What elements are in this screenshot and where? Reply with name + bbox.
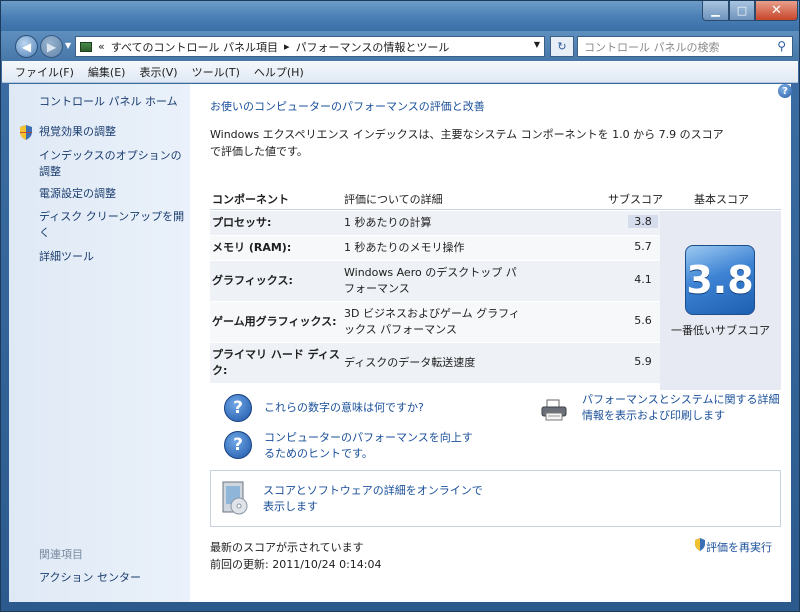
menu-tools[interactable]: ツール(T) bbox=[185, 64, 247, 80]
main-panel: ? お使いのコンピューターのパフォーマンスの評価と改善 Windows エクスペ… bbox=[190, 84, 792, 602]
subscore-value: 3.8 bbox=[628, 215, 658, 228]
shield-icon bbox=[20, 125, 32, 140]
address-dropdown-icon[interactable]: ▼ bbox=[534, 40, 540, 49]
link-performance-tips[interactable]: コンピューターのパフォーマンスを向上するためのヒントです。 bbox=[264, 430, 474, 462]
link-online-details[interactable]: スコアとソフトウェアの詳細をオンラインで表示します bbox=[263, 483, 483, 515]
printer-icon[interactable] bbox=[540, 399, 568, 421]
score-table: コンポーネント 評価についての詳細 サブスコア 基本スコア プロセッサ: 1 秒… bbox=[210, 182, 781, 390]
menu-file[interactable]: ファイル(F) bbox=[8, 64, 81, 80]
base-score-caption: 一番低いサブスコア bbox=[671, 324, 770, 337]
help-icon[interactable]: ? bbox=[778, 84, 792, 98]
table-header: コンポーネント 評価についての詳細 サブスコア 基本スコア bbox=[210, 182, 781, 210]
component-name: プロセッサ: bbox=[212, 216, 272, 229]
component-desc: 1 秒あたりの計算 bbox=[344, 216, 432, 229]
table-row: グラフィックス: Windows Aero のデスクトップ パフォーマンス 4.… bbox=[210, 261, 660, 301]
sidebar-item-visual-effects[interactable]: 視覚効果の調整 bbox=[39, 124, 116, 140]
sidebar-item-disk-cleanup[interactable]: ディスク クリーンアップを開く bbox=[39, 209, 187, 241]
subscore-value: 4.1 bbox=[634, 273, 652, 286]
sidebar-item-home[interactable]: コントロール パネル ホーム bbox=[39, 94, 178, 110]
forward-button[interactable]: ▶ bbox=[40, 35, 63, 58]
table-row: メモリ (RAM): 1 秒あたりのメモリ操作 5.7 bbox=[210, 236, 660, 260]
subscore-value: 5.6 bbox=[634, 314, 652, 327]
search-icon[interactable]: ⚲ bbox=[777, 39, 786, 53]
sidebar-item-advanced-tools[interactable]: 詳細ツール bbox=[39, 249, 94, 265]
intro-text: Windows エクスペリエンス インデックスは、主要なシステム コンポーネント… bbox=[210, 128, 724, 158]
subscore-value: 5.7 bbox=[634, 240, 652, 253]
status-current: 最新のスコアが示されています bbox=[210, 541, 364, 554]
component-name: ゲーム用グラフィックス: bbox=[212, 315, 337, 328]
link-print-details[interactable]: パフォーマンスとシステムに関する詳細情報を表示および印刷します bbox=[582, 392, 788, 424]
close-button[interactable]: ✕ bbox=[755, 1, 798, 21]
menu-edit[interactable]: 編集(E) bbox=[81, 64, 133, 80]
sidebar-item-power[interactable]: 電源設定の調整 bbox=[39, 186, 116, 202]
component-desc: 3D ビジネスおよびゲーム グラフィックス パフォーマンス bbox=[344, 307, 520, 336]
recent-pages-dropdown[interactable]: ▼ bbox=[65, 41, 71, 50]
question-icon[interactable]: ? bbox=[224, 431, 252, 459]
header-details: 評価についての詳細 bbox=[344, 193, 443, 206]
address-bar-area: ◀ ▶ ▼ « すべてのコントロール パネル項目 ▸ パフォーマンスの情報とツー… bbox=[1, 31, 799, 61]
menu-bar: ファイル(F) 編集(E) 表示(V) ツール(T) ヘルプ(H) bbox=[2, 61, 798, 83]
subscore-value: 5.9 bbox=[634, 355, 652, 368]
component-desc: ディスクのデータ転送速度 bbox=[344, 356, 476, 369]
breadcrumb-separator-icon[interactable]: ▸ bbox=[284, 40, 290, 53]
table-row: プロセッサ: 1 秒あたりの計算 3.8 bbox=[210, 211, 660, 235]
sidebar-related-heading: 関連項目 bbox=[39, 548, 83, 561]
page-title: お使いのコンピューターのパフォーマンスの評価と改善 bbox=[210, 100, 485, 113]
software-box-icon bbox=[222, 481, 248, 515]
breadcrumb-performance[interactable]: パフォーマンスの情報とツール bbox=[296, 39, 450, 55]
window: ▁ □ ✕ ◀ ▶ ▼ « すべてのコントロール パネル項目 ▸ パフォーマンス… bbox=[0, 0, 800, 612]
search-placeholder: コントロール パネルの検索 bbox=[584, 40, 720, 54]
uac-shield-icon bbox=[695, 538, 705, 551]
component-name: メモリ (RAM): bbox=[212, 241, 292, 254]
status-last-update: 前回の更新: 2011/10/24 0:14:04 bbox=[210, 558, 382, 571]
search-input[interactable]: コントロール パネルの検索 ⚲ bbox=[577, 36, 793, 57]
online-details-box: スコアとソフトウェアの詳細をオンラインで表示します bbox=[210, 470, 781, 527]
header-base-score: 基本スコア bbox=[694, 193, 749, 206]
control-panel-icon bbox=[80, 41, 92, 52]
base-score-cell: 3.8 一番低いサブスコア bbox=[660, 211, 781, 390]
minimize-button[interactable]: ▁ bbox=[702, 1, 729, 21]
sidebar-item-indexing[interactable]: インデックスのオプションの調整 bbox=[39, 148, 184, 180]
table-row: ゲーム用グラフィックス: 3D ビジネスおよびゲーム グラフィックス パフォーマ… bbox=[210, 302, 660, 342]
maximize-button[interactable]: □ bbox=[729, 1, 755, 21]
content-area: コントロール パネル ホーム 視覚効果の調整 インデックスのオプションの調整 電… bbox=[9, 84, 792, 602]
refresh-button[interactable]: ↻ bbox=[550, 36, 574, 57]
header-component: コンポーネント bbox=[212, 193, 289, 206]
link-score-meaning[interactable]: これらの数字の意味は何ですか? bbox=[264, 400, 424, 416]
question-icon[interactable]: ? bbox=[224, 394, 252, 422]
title-bar: ▁ □ ✕ bbox=[1, 1, 799, 31]
component-name: プライマリ ハード ディスク: bbox=[212, 348, 340, 377]
component-desc: Windows Aero のデスクトップ パフォーマンス bbox=[344, 266, 517, 295]
menu-help[interactable]: ヘルプ(H) bbox=[247, 64, 311, 80]
table-row: プライマリ ハード ディスク: ディスクのデータ転送速度 5.9 bbox=[210, 343, 660, 383]
menu-view[interactable]: 表示(V) bbox=[132, 64, 184, 80]
base-score-badge[interactable]: 3.8 bbox=[685, 245, 755, 315]
address-prefix[interactable]: « bbox=[98, 40, 105, 53]
component-desc: 1 秒あたりのメモリ操作 bbox=[344, 241, 465, 254]
breadcrumb-all-items[interactable]: すべてのコントロール パネル項目 bbox=[111, 39, 278, 55]
rerun-assessment-link[interactable]: 評価を再実行 bbox=[706, 539, 772, 555]
sidebar: コントロール パネル ホーム 視覚効果の調整 インデックスのオプションの調整 電… bbox=[9, 84, 190, 602]
header-subscore: サブスコア bbox=[608, 193, 663, 206]
sidebar-item-action-center[interactable]: アクション センター bbox=[39, 569, 141, 585]
back-button[interactable]: ◀ bbox=[15, 35, 38, 58]
component-name: グラフィックス: bbox=[212, 274, 293, 287]
address-field[interactable]: « すべてのコントロール パネル項目 ▸ パフォーマンスの情報とツール ▼ bbox=[75, 36, 545, 57]
